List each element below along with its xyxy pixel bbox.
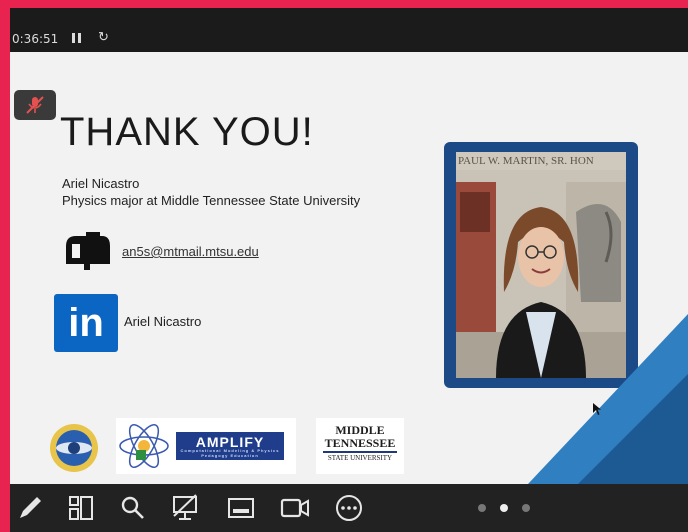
mtsu-line-2: TENNESSEE — [324, 436, 396, 450]
camera-icon[interactable] — [280, 494, 310, 522]
screen-share-icon[interactable] — [170, 494, 200, 522]
mtsu-line-3: STATE UNIVERSITY — [327, 454, 393, 462]
amplify-banner: AMPLIFY Computational Modeling & Physics… — [176, 432, 284, 460]
atom-icon — [119, 423, 169, 469]
microphone-muted-icon — [26, 96, 44, 114]
email-link[interactable]: an5s@mtmail.mtsu.edu — [122, 244, 259, 259]
recording-bar: 0:36:51 ↻ — [10, 8, 688, 52]
amplify-subtitle: Computational Modeling & Physics Pedagog… — [180, 448, 280, 458]
mtsu-logo: MIDDLE TENNESSEE STATE UNIVERSITY — [316, 418, 404, 474]
amplify-logo: AMPLIFY Computational Modeling & Physics… — [116, 418, 296, 474]
presenter-name: Ariel Nicastro — [62, 176, 140, 191]
pause-icon[interactable] — [72, 33, 82, 43]
more-icon[interactable] — [334, 494, 364, 522]
layout-icon[interactable] — [66, 494, 96, 522]
mute-button[interactable] — [14, 90, 56, 120]
mouse-cursor-icon — [593, 403, 601, 415]
refresh-icon[interactable]: ↻ — [98, 29, 109, 45]
search-icon[interactable] — [118, 494, 148, 522]
page-dot-1[interactable] — [478, 504, 486, 512]
page-dot-2[interactable] — [500, 504, 508, 512]
photo-sign-text: PAUL W. MARTIN, SR. HON — [456, 152, 626, 170]
decorative-wedge — [528, 314, 688, 484]
presentation-toolbar — [10, 484, 688, 532]
pen-icon[interactable] — [16, 494, 46, 522]
recording-timer: 0:36:51 — [12, 32, 59, 46]
page-dot-3[interactable] — [522, 504, 530, 512]
slide-title: THANK YOU! — [60, 110, 314, 154]
subtitles-icon[interactable] — [226, 494, 256, 522]
slide-canvas: THANK YOU! Ariel Nicastro Physics major … — [10, 52, 688, 484]
linkedin-name: Ariel Nicastro — [124, 314, 202, 329]
linkedin-logo: in — [54, 294, 118, 352]
mtsu-rule — [323, 451, 397, 453]
presenter-role: Physics major at Middle Tennessee State … — [62, 193, 361, 208]
mailbox-icon — [66, 232, 110, 270]
nsf-logo — [50, 424, 98, 472]
presentation-viewer: 0:36:51 ↻ THANK YOU! Ariel Nicastro Phys… — [10, 8, 688, 532]
